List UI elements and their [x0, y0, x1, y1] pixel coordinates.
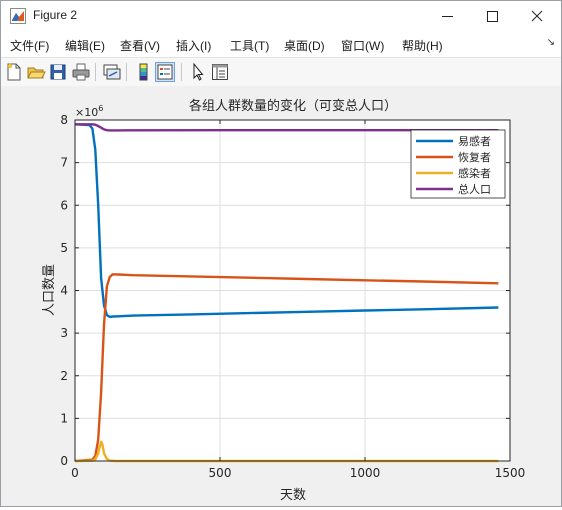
y-tick-label: 8 [60, 113, 68, 127]
menu-edit[interactable]: 编辑(E) [65, 37, 105, 54]
figure-window: Figure 2 文件(F) 编辑(E) 查看(V) 插入(I) 工具(T) 桌… [0, 0, 562, 507]
y-tick-label: 0 [60, 454, 68, 468]
close-button[interactable] [515, 1, 560, 32]
menu-bar: 文件(F) 编辑(E) 查看(V) 插入(I) 工具(T) 桌面(D) 窗口(W… [1, 32, 561, 57]
x-tick-label: 1500 [495, 466, 526, 480]
toolbar-separator [95, 63, 96, 81]
y-tick-label: 3 [60, 326, 68, 340]
x-tick-label: 1000 [350, 466, 381, 480]
edit-plot-pointer-icon[interactable] [188, 62, 208, 82]
line-chart[interactable]: 0 500 1000 1500 0 1 2 3 4 5 6 7 8 各组人群数量的变化（可变总人口） 天… [1, 86, 561, 506]
y-axis-label: 人口数量 [42, 264, 57, 316]
y-exponent-power: 6 [98, 104, 103, 113]
menu-desktop[interactable]: 桌面(D) [284, 37, 325, 54]
maximize-button[interactable] [470, 1, 515, 32]
y-exponent-label: ×106 [75, 104, 103, 119]
y-tick-label: 7 [60, 156, 68, 170]
menu-file[interactable]: 文件(F) [10, 37, 49, 54]
menu-insert[interactable]: 插入(I) [176, 37, 211, 54]
property-inspector-icon[interactable] [210, 62, 230, 82]
y-tick-label: 4 [60, 284, 68, 298]
y-tick-label: 5 [60, 241, 68, 255]
minimize-button[interactable] [425, 1, 470, 32]
toolbar-separator [181, 63, 182, 81]
figure-canvas: 0 500 1000 1500 0 1 2 3 4 5 6 7 8 各组人群数量的变化（可变总人口） 天… [1, 86, 561, 506]
new-figure-icon[interactable] [4, 62, 24, 82]
legend-label: 恢复者 [458, 150, 491, 164]
x-tick-label: 500 [209, 466, 232, 480]
print-icon[interactable] [71, 62, 91, 82]
legend[interactable]: 易感者恢复者感染者总人口 [410, 129, 506, 199]
figure-toolbar [1, 57, 561, 87]
window-title: Figure 2 [33, 8, 78, 22]
open-file-icon[interactable] [26, 62, 46, 82]
x-tick-label: 0 [71, 466, 79, 480]
menu-window[interactable]: 窗口(W) [341, 37, 384, 54]
y-tick-label: 2 [60, 369, 68, 383]
toolbar-separator [126, 63, 127, 81]
legend-label: 总人口 [458, 182, 491, 196]
y-exponent-base: ×10 [75, 106, 98, 119]
insert-legend-icon[interactable] [155, 62, 175, 82]
save-icon[interactable] [48, 62, 68, 82]
insert-colorbar-icon[interactable] [133, 62, 153, 82]
menu-overflow-icon[interactable]: ↘ [547, 37, 555, 48]
matlab-logo-icon [10, 8, 26, 24]
legend-label: 易感者 [458, 135, 491, 148]
y-tick-label: 6 [60, 198, 68, 212]
legend-label: 感染者 [458, 166, 491, 180]
x-axis-label: 天数 [280, 488, 306, 503]
link-plot-icon[interactable] [102, 62, 122, 82]
menu-tools[interactable]: 工具(T) [230, 37, 269, 54]
y-tick-label: 1 [60, 411, 68, 425]
chart-title: 各组人群数量的变化（可变总人口） [189, 98, 397, 114]
title-bar[interactable]: Figure 2 [1, 1, 561, 32]
menu-help[interactable]: 帮助(H) [402, 37, 443, 54]
menu-view[interactable]: 查看(V) [120, 37, 160, 54]
